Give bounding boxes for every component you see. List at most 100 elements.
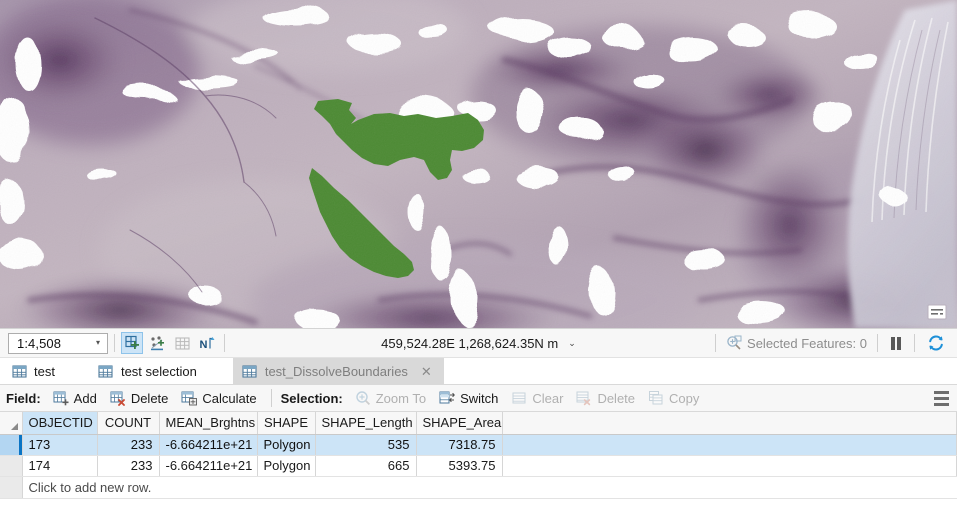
selection-copy-button[interactable]: Copy (643, 387, 707, 409)
column-header-count[interactable]: COUNT (97, 412, 160, 435)
table-header-row: OBJECTID COUNT MEAN_Brghtns SHAPE SHAPE_… (0, 412, 957, 435)
selected-features-label: Selected Features: 0 (747, 335, 867, 351)
map-status-bar: 1:4,508 ▾ N 459,524.28E 1,268,624.35N m … (0, 328, 957, 358)
attribute-table-grid[interactable]: OBJECTID COUNT MEAN_Brghtns SHAPE SHAPE_… (0, 412, 957, 508)
selected-features-indicator[interactable]: Selected Features: 0 (724, 335, 869, 351)
refresh-icon[interactable] (923, 334, 949, 352)
hamburger-menu-icon[interactable] (927, 386, 955, 410)
map-scale-value: 1:4,508 (17, 335, 62, 351)
column-header-shape[interactable]: SHAPE (257, 412, 316, 435)
map-scale-combobox[interactable]: 1:4,508 ▾ (8, 332, 108, 354)
pause-drawing-icon[interactable] (886, 336, 906, 350)
add-points-icon[interactable] (146, 332, 168, 354)
select-all-corner[interactable] (0, 412, 23, 435)
cell-mean-brghtns[interactable]: -6.664211e+21 (159, 434, 258, 456)
row-selector[interactable] (0, 476, 23, 499)
chevron-down-icon[interactable]: ▾ (92, 339, 104, 347)
tab-test-selection[interactable]: test selection (89, 358, 209, 384)
field-delete-label: Delete (130, 390, 169, 406)
cell-shape-length[interactable]: 665 (315, 455, 417, 477)
map-coordinates-value: 459,524.28E 1,268,624.35N m (381, 335, 559, 351)
cell-count[interactable]: 233 (97, 434, 160, 456)
divider (715, 334, 717, 352)
table-icon (98, 363, 114, 379)
cell-objectid[interactable]: 173 (22, 434, 98, 456)
attribute-table-toolbar: Field: Add Delete Calculate Selection: Z… (0, 385, 957, 412)
cell-filler (502, 455, 957, 477)
basemap-legend-icon[interactable] (925, 302, 949, 322)
cell-shape[interactable]: Polygon (257, 455, 316, 477)
attribute-table: OBJECTID COUNT MEAN_Brghtns SHAPE SHAPE_… (0, 412, 957, 499)
table-view-tabstrip: test test selection test_DissolveBoundar… (0, 358, 957, 385)
divider (224, 334, 225, 352)
selection-zoom-to-button[interactable]: Zoom To (350, 387, 434, 409)
corner-triangle-icon (10, 422, 18, 430)
selection-clear-button[interactable]: Clear (506, 387, 571, 409)
tab-test-dissolveboundaries[interactable]: test_DissolveBoundaries ✕ (232, 358, 444, 384)
divider (877, 334, 878, 352)
svg-text:N: N (199, 339, 207, 351)
field-calculate-label: Calculate (202, 390, 257, 406)
cell-shape[interactable]: Polygon (257, 434, 316, 456)
field-group-label: Field: (6, 390, 41, 406)
selection-copy-label: Copy (669, 390, 700, 406)
create-fishnet-icon[interactable] (121, 332, 143, 354)
grid-empty-space (0, 498, 957, 508)
cell-shape-area[interactable]: 7318.75 (416, 434, 503, 456)
selection-clear-label: Clear (532, 390, 564, 406)
delete-selection-icon (576, 390, 592, 406)
arcgis-pro-map-and-table: 1:4,508 ▾ N 459,524.28E 1,268,624.35N m … (0, 0, 957, 508)
table-icon (11, 363, 27, 379)
tab-label: test selection (120, 363, 197, 379)
map-view[interactable] (0, 0, 957, 328)
grid-icon[interactable] (171, 332, 193, 354)
status-bar-right-group: Selected Features: 0 (709, 334, 953, 352)
column-header-shape-length[interactable]: SHAPE_Length (315, 412, 417, 435)
field-calculate-button[interactable]: Calculate (176, 387, 264, 409)
selection-delete-button[interactable]: Delete (571, 387, 643, 409)
selection-zoom-to-label: Zoom To (375, 390, 427, 406)
divider (114, 334, 115, 352)
field-delete-button[interactable]: Delete (105, 387, 177, 409)
map-imagery[interactable] (0, 0, 957, 328)
divider (914, 334, 915, 352)
field-add-icon (53, 390, 69, 406)
cell-filler (502, 434, 957, 456)
column-header-mean-brghtns[interactable]: MEAN_Brghtns (159, 412, 258, 435)
copy-selection-icon (648, 390, 664, 406)
tab-label: test (34, 363, 55, 379)
divider (270, 389, 272, 407)
zoom-to-icon (355, 390, 371, 406)
tab-test[interactable]: test (2, 358, 67, 384)
add-new-row[interactable]: Click to add new row. (0, 476, 957, 499)
cell-shape-area[interactable]: 5393.75 (416, 455, 503, 477)
zoom-to-selection-icon (726, 335, 742, 351)
add-new-row-label[interactable]: Click to add new row. (22, 476, 957, 499)
column-header-filler (502, 412, 957, 435)
selection-group-label: Selection: (280, 390, 343, 406)
field-delete-icon (110, 390, 126, 406)
map-tool-group: N (121, 332, 218, 354)
cell-count[interactable]: 233 (97, 455, 160, 477)
switch-selection-icon (439, 390, 455, 406)
field-calculate-icon (181, 390, 198, 406)
field-add-button[interactable]: Add (48, 387, 105, 409)
column-header-shape-area[interactable]: SHAPE_Area (416, 412, 503, 435)
row-selector[interactable] (0, 434, 23, 456)
table-icon (242, 363, 258, 379)
close-icon[interactable]: ✕ (421, 365, 432, 378)
table-row[interactable]: 174 233 -6.664211e+21 Polygon 665 5393.7… (0, 455, 957, 477)
chevron-down-icon[interactable]: ⌄ (568, 338, 576, 349)
cell-shape-length[interactable]: 535 (315, 434, 417, 456)
cell-mean-brghtns[interactable]: -6.664211e+21 (159, 455, 258, 477)
north-arrow-icon[interactable]: N (196, 332, 218, 354)
cell-objectid[interactable]: 174 (22, 455, 98, 477)
column-header-objectid[interactable]: OBJECTID (22, 412, 98, 435)
row-selector[interactable] (0, 455, 23, 477)
selection-switch-button[interactable]: Switch (434, 387, 506, 409)
field-add-label: Add (73, 390, 97, 406)
table-row[interactable]: 173 233 -6.664211e+21 Polygon 535 7318.7… (0, 434, 957, 456)
tab-label: test_DissolveBoundaries (264, 363, 408, 379)
selection-switch-label: Switch (460, 390, 499, 406)
clear-selection-icon (511, 390, 527, 406)
